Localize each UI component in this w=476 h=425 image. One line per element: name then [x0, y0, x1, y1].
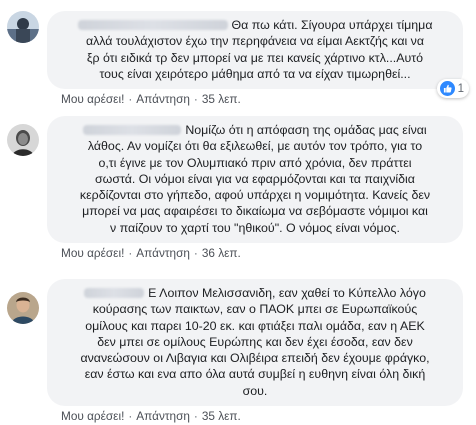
- comment-line: Θα πω κάτι. Σίγουρα υπάρχει τίμημα: [59, 17, 451, 33]
- author-name-redacted[interactable]: [83, 125, 182, 135]
- avatar[interactable]: [7, 11, 39, 43]
- separator: ·: [128, 92, 133, 107]
- reaction-summary[interactable]: 1: [436, 79, 469, 99]
- reply-link[interactable]: Απάντηση: [136, 409, 190, 423]
- comment-thread: Θα πω κάτι. Σίγουρα υπάρχει τίμημα αλλά …: [0, 0, 476, 425]
- comment-line: σωστά. Οι νόμοι είναι για να εφαρμόζοντα…: [95, 171, 415, 186]
- comment-line: Ε Λοιπον Μελισσανιδη, εαν χαθεί το Κύπελ…: [59, 285, 451, 301]
- author-name-redacted[interactable]: [77, 20, 228, 30]
- comment-actions: Μου αρέσει! · Απάντηση · 36 λεπ.: [47, 243, 463, 263]
- comment-line: ανανεώσουν οι Λιβαγια και Ολιβέιρα επειδ…: [80, 351, 430, 366]
- comment-line: τους είναι χειρότερο μάθημα από τα να εί…: [99, 66, 411, 81]
- separator: ·: [193, 246, 198, 261]
- comment: Θα πω κάτι. Σίγουρα υπάρχει τίμημα αλλά …: [0, 3, 476, 116]
- comment-bubble: Νομίζω ότι η απόφαση της ομάδας μας είνα…: [47, 116, 463, 244]
- avatar[interactable]: [7, 124, 39, 156]
- timestamp[interactable]: 35 λεπ.: [202, 409, 241, 423]
- like-icon: [439, 81, 455, 97]
- timestamp[interactable]: 35 λεπ.: [202, 92, 241, 106]
- separator: ·: [128, 409, 133, 424]
- comment-bubble: Ε Λοιπον Μελισσανιδη, εαν χαθεί το Κύπελ…: [47, 279, 463, 407]
- comment-line: κερδίζονται στο γήπεδο, αφού υπάρχει η ν…: [79, 188, 431, 203]
- comment-line: εαν έστω και ενα απο όλα αυτά συμβεί η ε…: [84, 367, 426, 382]
- comment-line: σου.: [242, 383, 268, 398]
- separator: ·: [193, 92, 198, 107]
- like-link[interactable]: Μου αρέσει!: [61, 92, 124, 106]
- comment-line: ξρ ότι ειδικά τρ δεν μπορεί να με πει κα…: [86, 50, 424, 65]
- timestamp[interactable]: 36 λεπ.: [202, 246, 241, 260]
- comment-line: μπορεί να μας αφαιρέσει το δικαίωμα να σ…: [82, 204, 428, 219]
- comment-line: ν παίζουν το χαρτί του "ηθικού". Ο νόμος…: [110, 220, 400, 235]
- reply-link[interactable]: Απάντηση: [136, 92, 190, 106]
- comment-line: λάθος. Αν νομίζει ότι θα εξιλεωθεί, με α…: [87, 139, 423, 154]
- comment-line: δεν μπει σε ομίλους Ευρώπης και δεν έχει…: [97, 334, 413, 349]
- comment-line: ο,τι έγινε με τον Ολυμπιακό πριν από χρό…: [98, 155, 412, 170]
- comment: Νομίζω ότι η απόφαση της ομάδας μας είνα…: [0, 116, 476, 274]
- comment-actions: Μου αρέσει! · Απάντηση · 35 λεπ.: [47, 89, 463, 109]
- like-link[interactable]: Μου αρέσει!: [61, 246, 124, 260]
- reaction-count: 1: [457, 82, 464, 95]
- comment-line: Νομίζω ότι η απόφαση της ομάδας μας είνα…: [59, 122, 451, 138]
- like-link[interactable]: Μου αρέσει!: [61, 409, 124, 423]
- avatar[interactable]: [7, 292, 39, 324]
- comment-line: αλλά τουλάχιστον έχω την περηφάνεια να ε…: [85, 34, 425, 49]
- comment-actions: Μου αρέσει! · Απάντηση · 35 λεπ.: [47, 406, 463, 425]
- comment: Ε Λοιπον Μελισσανιδη, εαν χαθεί το Κύπελ…: [0, 274, 476, 425]
- comment-line: κούρασης των παικτων, εαν ο ΠΑΟΚ μπει σε…: [92, 302, 418, 317]
- separator: ·: [193, 409, 198, 424]
- comment-line: ομίλους και παρει 10-20 εκ. και φτιάξει …: [85, 318, 425, 333]
- reply-link[interactable]: Απάντηση: [136, 246, 190, 260]
- author-name-redacted[interactable]: [84, 288, 145, 298]
- comment-bubble: Θα πω κάτι. Σίγουρα υπάρχει τίμημα αλλά …: [47, 11, 469, 99]
- separator: ·: [128, 246, 133, 261]
